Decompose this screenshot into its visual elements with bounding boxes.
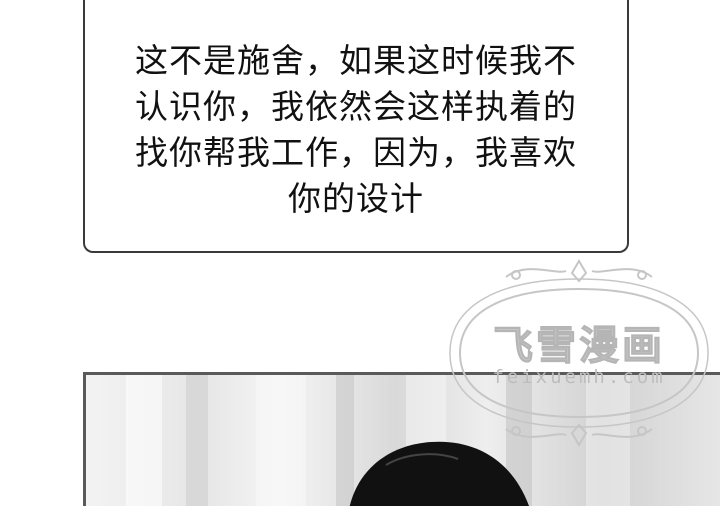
watermark: 飞雪漫画 feixuemh.com xyxy=(446,253,712,453)
dialogue-line: 找你帮我工作，因为，我喜欢 xyxy=(135,133,577,172)
comic-page: 这不是施舍，如果这时候我不 认识你，我依然会这样执着的 找你帮我工作，因为，我喜… xyxy=(0,0,720,506)
dialogue-text: 这不是施舍，如果这时候我不 认识你，我依然会这样执着的 找你帮我工作，因为，我喜… xyxy=(101,38,611,222)
watermark-title: 飞雪漫画 xyxy=(493,323,665,370)
watermark-url: feixuemh.com xyxy=(492,366,666,388)
dialogue-line: 这不是施舍，如果这时候我不 xyxy=(135,41,577,80)
dialogue-line: 你的设计 xyxy=(288,179,424,218)
speech-bubble: 这不是施舍，如果这时候我不 认识你，我依然会这样执着的 找你帮我工作，因为，我喜… xyxy=(83,0,629,253)
dialogue-line: 认识你，我依然会这样执着的 xyxy=(135,87,577,126)
